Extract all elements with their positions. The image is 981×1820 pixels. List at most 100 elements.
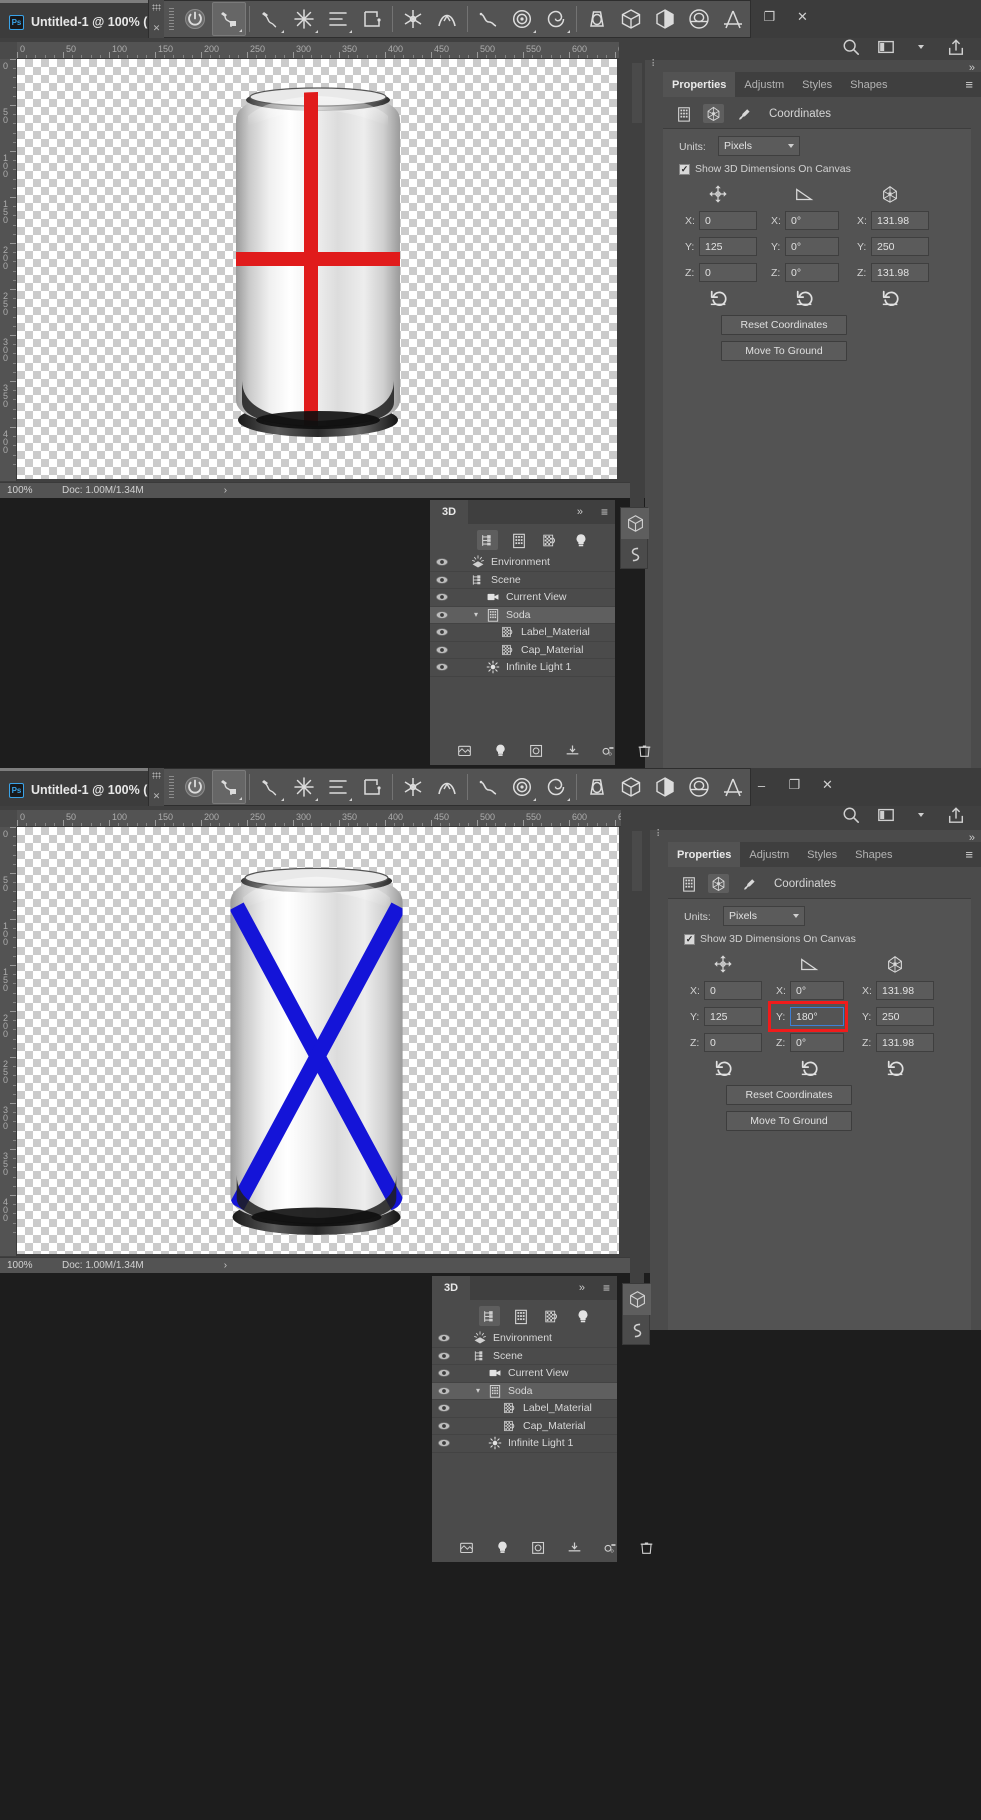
visibility-toggle-icon[interactable] — [432, 1437, 456, 1449]
sphere-half-icon[interactable] — [648, 770, 682, 804]
pen-curvature-icon[interactable] — [212, 2, 246, 36]
new-mesh-icon[interactable] — [456, 1538, 476, 1556]
status-expand-arrow[interactable]: › — [224, 1260, 227, 1271]
chevron-down-icon[interactable] — [918, 813, 924, 817]
coordinates-properties-icon[interactable] — [708, 874, 729, 893]
material-filter-icon[interactable] — [539, 530, 560, 550]
field-move-y[interactable]: 125 — [699, 237, 757, 256]
delete-icon[interactable] — [634, 741, 654, 759]
reset-move-button[interactable] — [707, 287, 731, 309]
visibility-toggle-icon[interactable] — [432, 1367, 456, 1379]
layer-row[interactable]: ▾ Soda — [430, 606, 615, 624]
mesh-properties-icon[interactable] — [673, 104, 694, 123]
power-icon[interactable] — [178, 770, 212, 804]
canvas-vertical-scrollbar[interactable] — [630, 827, 644, 1284]
search-icon[interactable] — [840, 36, 862, 58]
toolbar-close-icon[interactable]: ✕ — [153, 23, 161, 34]
material-filter-icon[interactable] — [541, 1306, 562, 1326]
reset-scale-button[interactable] — [884, 1057, 908, 1079]
document-size[interactable]: Doc: 1.00M/1.34M — [62, 485, 144, 496]
field-scale-z[interactable]: 131.98 — [876, 1033, 934, 1052]
visibility-toggle-icon[interactable] — [430, 661, 454, 673]
ring-icon[interactable] — [682, 2, 716, 36]
pen-freeform-icon[interactable] — [253, 770, 287, 804]
reset-rotate-button[interactable] — [793, 287, 817, 309]
distribute-icon[interactable] — [355, 770, 389, 804]
swirl-icon[interactable] — [539, 770, 573, 804]
spiral-icon[interactable] — [505, 770, 539, 804]
workspace-icon[interactable] — [875, 36, 897, 58]
field-scale-z[interactable]: 131.98 — [871, 263, 929, 282]
dock-3d-button[interactable] — [621, 508, 649, 539]
tab-3d[interactable]: 3D — [432, 1276, 471, 1300]
visibility-toggle-icon[interactable] — [430, 556, 454, 568]
checkbox-box[interactable]: ✓ — [679, 163, 690, 175]
align-icon[interactable] — [321, 770, 355, 804]
3d-panel-collapse-icon[interactable]: » — [579, 1276, 603, 1300]
field-rotate-x[interactable]: 0° — [785, 211, 839, 230]
field-rotate-z[interactable]: 0° — [790, 1033, 844, 1052]
swirl-icon[interactable] — [539, 2, 573, 36]
layer-row[interactable]: Cap_Material — [432, 1418, 617, 1435]
tab-adjustm[interactable]: Adjustm — [735, 72, 794, 97]
reset-move-button[interactable] — [712, 1057, 736, 1079]
field-move-y[interactable]: 125 — [704, 1007, 762, 1026]
vertical-ruler[interactable]: 0 50 100 150 200 250 300 350 400 — [0, 827, 17, 1256]
new-light-icon[interactable] — [490, 741, 510, 759]
spiral-icon[interactable] — [505, 2, 539, 36]
ring-icon[interactable] — [682, 770, 716, 804]
restore-button[interactable]: ❐ — [778, 768, 811, 802]
tab-styles[interactable]: Styles — [798, 842, 847, 867]
field-move-x[interactable]: 0 — [704, 981, 762, 1000]
reset-coordinates-button[interactable]: Reset Coordinates — [726, 1085, 852, 1105]
field-scale-x[interactable]: 131.98 — [871, 211, 929, 230]
zoom-level[interactable]: 100% — [0, 1260, 62, 1271]
panel-grip[interactable]: ⠇ — [656, 830, 663, 840]
visibility-toggle-icon[interactable] — [432, 1332, 456, 1344]
layer-row[interactable]: ▾ Soda — [432, 1382, 617, 1400]
layer-expand-icon[interactable]: ▾ — [469, 610, 483, 619]
show-3d-dimensions-checkbox[interactable]: ✓ Show 3D Dimensions On Canvas — [679, 163, 851, 175]
field-move-z[interactable]: 0 — [699, 263, 757, 282]
tab-shapes[interactable]: Shapes — [846, 842, 902, 867]
ground-icon[interactable] — [562, 741, 582, 759]
power-icon[interactable] — [178, 2, 212, 36]
light-filter-icon[interactable] — [572, 1306, 593, 1326]
cube-icon[interactable] — [614, 2, 648, 36]
new-light-icon[interactable] — [492, 1538, 512, 1556]
3d-panel-collapse-icon[interactable]: » — [577, 500, 601, 524]
scatter-icon[interactable] — [287, 2, 321, 36]
layer-row[interactable]: Current View — [432, 1365, 617, 1383]
soda-can-3d-model[interactable] — [222, 860, 411, 1249]
reset-rotate-button[interactable] — [798, 1057, 822, 1079]
scrollbar-thumb[interactable] — [632, 831, 642, 891]
canvas[interactable] — [17, 59, 617, 479]
layer-row[interactable]: Current View — [430, 589, 615, 607]
field-rotate-x[interactable]: 0° — [790, 981, 844, 1000]
visibility-toggle-icon[interactable] — [430, 574, 454, 586]
ior-icon[interactable] — [598, 741, 618, 759]
tab-adjustm[interactable]: Adjustm — [740, 842, 799, 867]
visibility-toggle-icon[interactable] — [430, 591, 454, 603]
cone-axis-icon[interactable] — [716, 770, 750, 804]
visibility-toggle-icon[interactable] — [430, 644, 454, 656]
workspace-icon[interactable] — [875, 804, 897, 826]
layer-row[interactable]: Environment — [432, 1330, 617, 1348]
dock-3d-button[interactable] — [623, 1284, 651, 1315]
taper-icon[interactable] — [580, 770, 614, 804]
scene-filter-icon[interactable] — [477, 530, 498, 550]
visibility-toggle-icon[interactable] — [432, 1385, 456, 1397]
tab-properties[interactable]: Properties — [663, 72, 736, 97]
tab-styles[interactable]: Styles — [793, 72, 842, 97]
canvas-vertical-scrollbar[interactable] — [630, 59, 644, 509]
panel-grip[interactable]: ⠇ — [651, 60, 658, 70]
toolbar-grip[interactable]: ✕ — [149, 0, 164, 38]
share-icon[interactable] — [945, 36, 967, 58]
mesh-filter-icon[interactable] — [508, 530, 529, 550]
render-icon[interactable] — [526, 741, 546, 759]
horizontal-ruler[interactable]: 0 50 100 150 200 250 300 350 400 450 500 550 600 650 — [17, 810, 621, 827]
delete-icon[interactable] — [636, 1538, 656, 1556]
panel-menu-icon[interactable]: ≡ — [965, 842, 981, 867]
layer-row[interactable]: Label_Material — [432, 1400, 617, 1418]
tab-properties[interactable]: Properties — [668, 842, 741, 867]
